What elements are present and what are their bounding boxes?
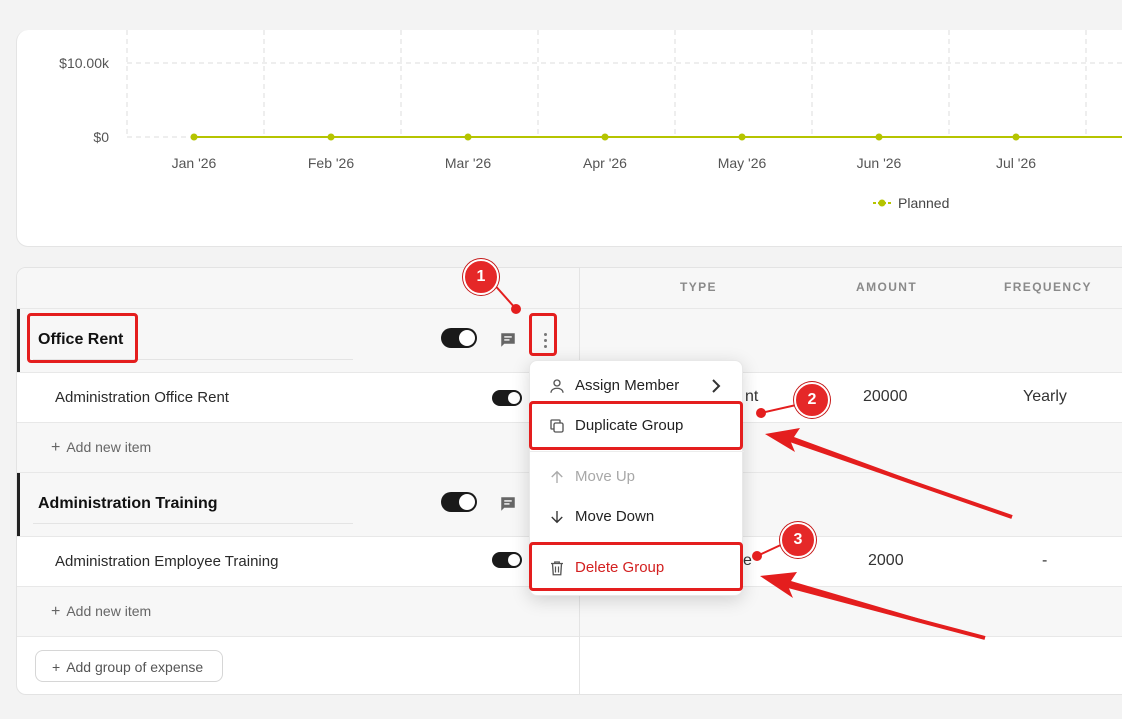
data-point xyxy=(1012,133,1020,141)
item-name: Administration Office Rent xyxy=(55,389,229,406)
annotation-highlight-group-title xyxy=(27,313,138,363)
group-accent-bar xyxy=(17,473,20,536)
item-frequency: Yearly xyxy=(1023,388,1067,405)
item-name: Administration Employee Training xyxy=(55,553,279,570)
item-type: nt xyxy=(745,388,759,405)
add-new-item-label: Add new item xyxy=(66,439,152,455)
annotation-highlight-delete xyxy=(529,542,743,591)
x-tick-label: Apr '26 xyxy=(583,155,627,171)
menu-item-move-up[interactable]: Move Up xyxy=(530,458,744,496)
x-tick-label: Mar '26 xyxy=(445,155,491,171)
menu-item-label: Move Down xyxy=(575,508,655,525)
legend-label: Planned xyxy=(898,195,949,211)
data-point xyxy=(601,133,609,141)
annotation-highlight-duplicate xyxy=(529,401,743,450)
arrow-down-icon xyxy=(551,511,563,524)
add-new-item-button[interactable]: + Add new item xyxy=(51,603,151,621)
add-new-item-button[interactable]: + Add new item xyxy=(51,439,151,457)
column-header-type: TYPE xyxy=(680,280,717,294)
user-icon xyxy=(550,379,564,393)
group-title: Administration Training xyxy=(38,495,218,512)
item-toggle[interactable] xyxy=(492,552,522,568)
group-toggle[interactable] xyxy=(441,328,477,348)
menu-item-move-down[interactable]: Move Down xyxy=(530,498,744,536)
plus-icon: + xyxy=(52,659,61,675)
menu-item-label: Move Up xyxy=(575,468,636,485)
plus-icon: + xyxy=(51,439,61,456)
menu-divider xyxy=(530,451,744,452)
group-toggle[interactable] xyxy=(441,492,477,512)
item-amount: 2000 xyxy=(868,552,904,569)
x-tick-label: Jun '26 xyxy=(857,155,902,171)
group-accent-bar xyxy=(17,309,20,372)
x-tick-label: Feb '26 xyxy=(308,155,354,171)
annotation-marker-2: 2 xyxy=(794,382,830,418)
annotation-marker-3: 3 xyxy=(780,522,816,558)
x-tick-label: Jul '26 xyxy=(996,155,1036,171)
menu-item-label: Assign Member xyxy=(575,377,680,394)
x-tick-label: May '26 xyxy=(718,155,767,171)
data-point xyxy=(190,133,198,141)
data-point xyxy=(464,133,472,141)
chevron-right-icon xyxy=(712,379,721,393)
column-header-frequency: FREQUENCY xyxy=(1004,280,1092,294)
x-tick-label: Jan '26 xyxy=(172,155,217,171)
y-tick-label: $0 xyxy=(93,129,109,145)
add-new-item-label: Add new item xyxy=(66,603,152,619)
annotation-marker-1: 1 xyxy=(463,259,499,295)
cost-chart: $10.00k $0 Jan '26 Feb '26 Mar '26 Apr '26 May… xyxy=(59,30,1122,211)
column-header-amount: AMOUNT xyxy=(856,280,918,294)
add-group-label: Add group of expense xyxy=(66,659,204,675)
data-point xyxy=(738,133,746,141)
data-point xyxy=(327,133,335,141)
table-header: TYPE AMOUNT FREQUENCY xyxy=(17,268,1122,309)
chart-card: $10.00k $0 Jan '26 Feb '26 Mar '26 Apr '26 May… xyxy=(16,30,1122,247)
comment-icon[interactable] xyxy=(499,331,517,349)
menu-item-assign-member[interactable]: Assign Member xyxy=(530,367,744,405)
data-point xyxy=(875,133,883,141)
item-amount: 20000 xyxy=(863,388,908,405)
annotation-highlight-menu-button xyxy=(529,313,557,356)
item-toggle[interactable] xyxy=(492,390,522,406)
plus-icon: + xyxy=(51,603,61,620)
item-type: e xyxy=(743,552,752,569)
add-group-button[interactable]: + Add group of expense xyxy=(35,650,223,682)
legend-swatch-dot xyxy=(878,199,886,207)
comment-icon[interactable] xyxy=(499,495,517,513)
arrow-up-icon xyxy=(551,470,563,483)
y-tick-label: $10.00k xyxy=(59,55,110,71)
item-frequency: - xyxy=(1042,552,1048,569)
